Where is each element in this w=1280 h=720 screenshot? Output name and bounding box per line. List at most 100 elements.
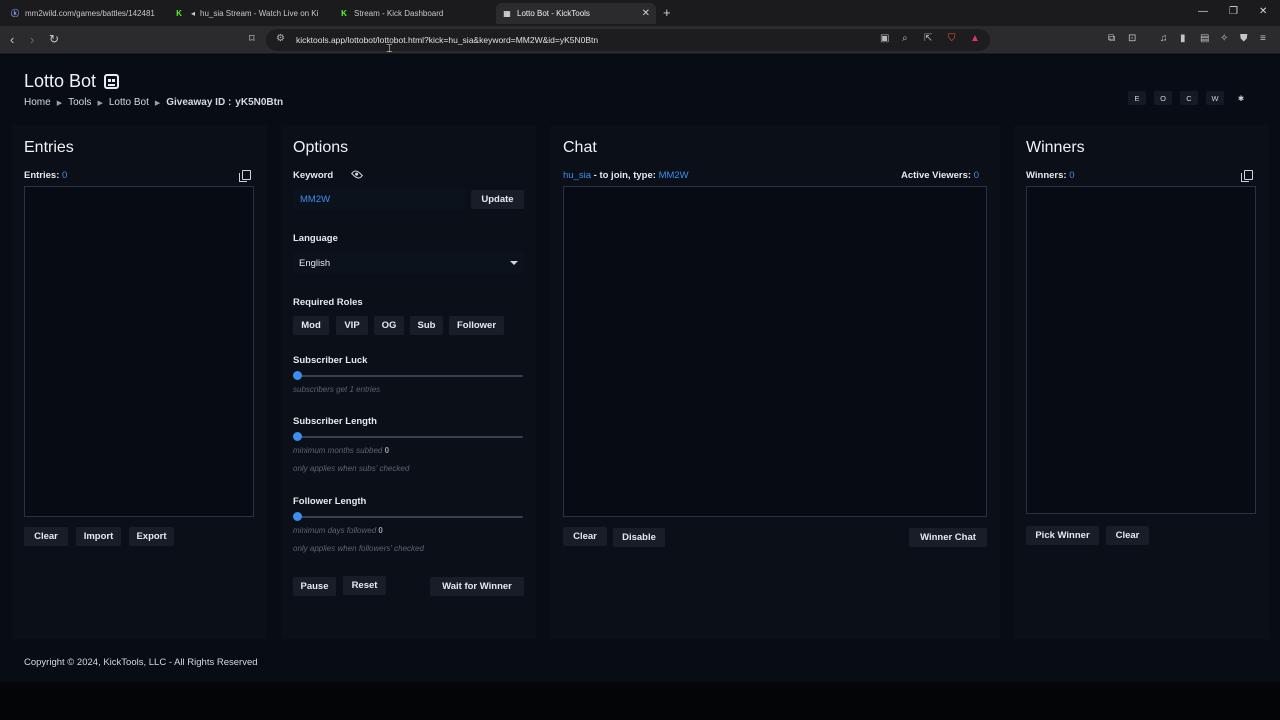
role-sub-button[interactable]: Sub [410, 316, 443, 335]
required-roles-label: Required Roles [293, 297, 363, 308]
chat-log[interactable] [563, 186, 987, 517]
minimize-icon[interactable]: — [1198, 6, 1208, 17]
chat-join-text: - to join, type: [593, 170, 656, 181]
page-content: Lotto Bot Home ▶ Tools ▶ Lotto Bot ▶ Giv… [0, 55, 1280, 720]
zoom-icon[interactable]: ⌕ [902, 33, 908, 44]
active-viewers: Active Viewers: 0 [901, 170, 979, 181]
follower-length-note: only applies when followers' checked [293, 544, 424, 553]
subscriber-length-note: only applies when subs' checked [293, 464, 410, 473]
site-settings-icon[interactable]: ⚙ [276, 33, 285, 44]
theme-button-w[interactable]: W [1206, 91, 1224, 105]
chat-join-instructions: hu_sia - to join, type: MM2W [563, 170, 689, 181]
keyword-input[interactable]: MM2W [293, 188, 465, 210]
screenshot-icon[interactable]: ⊡ [1128, 33, 1136, 44]
language-select[interactable]: English [293, 252, 524, 274]
role-og-button[interactable]: OG [374, 316, 404, 335]
tab-lotto-bot[interactable]: ▦ Lotto Bot - KickTools ✕ [496, 3, 656, 24]
sidebar-icon[interactable]: ▮ [1180, 33, 1186, 44]
theme-buttons: E O C W ✱ [1128, 91, 1258, 105]
entries-list[interactable] [24, 186, 254, 517]
share-icon[interactable]: ⇱ [924, 33, 932, 44]
giveaway-id-label: Giveaway ID : [166, 97, 232, 108]
url-field[interactable]: ⚙ kicktools.app/lottobot/lottobot.html?k… [266, 29, 990, 51]
winners-clear-button[interactable]: Clear [1106, 526, 1149, 545]
brave-shield-icon[interactable]: ⛉ [948, 33, 956, 44]
bookmark-icon[interactable]: ⌑ [249, 32, 255, 45]
subscriber-length-slider[interactable] [293, 432, 523, 442]
subscriber-length-label: Subscriber Length [293, 416, 377, 427]
theme-toggle-icon[interactable]: ✱ [1232, 91, 1250, 105]
subscriber-luck-hint: subscribers get 1 entries [293, 385, 381, 394]
new-tab-icon[interactable]: + [663, 5, 671, 20]
wallet-icon[interactable]: ▤ [1200, 33, 1209, 44]
breadcrumb-lotto-bot[interactable]: Lotto Bot [109, 97, 149, 108]
subscriber-length-hint-text: minimum months subbed [293, 446, 383, 455]
keyword-update-button[interactable]: Update [471, 190, 524, 209]
close-window-icon[interactable]: ✕ [1259, 6, 1267, 17]
chevron-down-icon [510, 261, 518, 265]
media-icon[interactable]: ♫ [1160, 33, 1168, 44]
subscriber-luck-slider[interactable] [293, 371, 523, 381]
tab-kick-dashboard[interactable]: K Stream - Kick Dashboard [333, 3, 493, 24]
copy-entries-icon[interactable] [239, 170, 251, 182]
close-tab-icon[interactable]: ✕ [642, 8, 650, 19]
kick-icon: K [176, 9, 182, 18]
entries-count-value: 0 [62, 170, 68, 181]
cast-off-icon[interactable]: ▣ [880, 33, 889, 44]
chat-clear-button[interactable]: Clear [563, 527, 607, 546]
chat-channel: hu_sia [563, 170, 591, 181]
entries-export-button[interactable]: Export [129, 527, 174, 546]
page-title: Lotto Bot [24, 71, 120, 92]
breadcrumb: Home ▶ Tools ▶ Lotto Bot ▶ Giveaway ID :… [24, 97, 283, 108]
slider-handle[interactable] [293, 512, 302, 521]
brave-rewards-icon[interactable]: ▲ [970, 33, 980, 44]
slider-track [297, 375, 523, 377]
slider-handle[interactable] [293, 432, 302, 441]
options-panel: Options Keyword MM2W Update Language Eng… [281, 125, 536, 639]
pick-winner-button[interactable]: Pick Winner [1026, 526, 1099, 545]
tab-title: Lotto Bot - KickTools [517, 9, 590, 18]
follower-length-label: Follower Length [293, 496, 367, 507]
entries-import-button[interactable]: Import [76, 527, 121, 546]
tab-mm2wild[interactable]: ⓚ mm2wild.com/games/battles/142481 [4, 3, 166, 24]
leo-icon[interactable]: ✧ [1220, 33, 1228, 44]
role-follower-button[interactable]: Follower [449, 316, 504, 335]
theme-button-e[interactable]: E [1128, 91, 1146, 105]
follower-length-slider[interactable] [293, 512, 523, 522]
winners-heading: Winners [1026, 139, 1085, 156]
slider-handle[interactable] [293, 371, 302, 380]
entries-panel: Entries Entries: 0 Clear Import Export [12, 125, 267, 639]
url-text: kicktools.app/lottobot/lottobot.html?kic… [296, 35, 599, 45]
role-vip-button[interactable]: VIP [336, 316, 368, 335]
page-title-text: Lotto Bot [24, 71, 97, 91]
language-label: Language [293, 233, 338, 244]
address-bar: ‹ › ↻ ⌑ ⚙ kicktools.app/lottobot/lottobo… [0, 26, 1280, 54]
breadcrumb-separator-icon: ▶ [56, 99, 63, 107]
reset-button[interactable]: Reset [343, 576, 386, 595]
tab-title: hu_sia Stream - Watch Live on Ki [200, 9, 319, 18]
restore-icon[interactable]: ❐ [1229, 6, 1238, 17]
entries-clear-button[interactable]: Clear [24, 527, 68, 546]
breadcrumb-home[interactable]: Home [24, 97, 51, 108]
winners-list[interactable] [1026, 186, 1256, 514]
kicktools-icon: ▦ [503, 9, 511, 18]
chat-disable-button[interactable]: Disable [613, 528, 665, 547]
role-mod-button[interactable]: Mod [293, 316, 329, 335]
winner-chat-button[interactable]: Winner Chat [909, 528, 987, 547]
breadcrumb-tools[interactable]: Tools [68, 97, 91, 108]
back-icon[interactable]: ‹ [10, 32, 14, 47]
reload-icon[interactable]: ↻ [49, 32, 59, 46]
tab-hu-sia-stream[interactable]: K ◂ hu_sia Stream - Watch Live on Ki [168, 3, 328, 24]
pause-button[interactable]: Pause [293, 577, 336, 596]
copy-winners-icon[interactable] [1241, 170, 1253, 182]
menu-icon[interactable]: ≡ [1260, 33, 1266, 44]
theme-button-c[interactable]: C [1180, 91, 1198, 105]
forward-icon[interactable]: › [30, 32, 34, 47]
extensions-icon[interactable]: ⧉ [1108, 33, 1115, 44]
eye-icon[interactable] [350, 168, 364, 181]
browser-tab-bar: ⓚ mm2wild.com/games/battles/142481 K ◂ h… [0, 0, 1280, 26]
winners-count-value: 0 [1069, 170, 1075, 181]
wait-for-winner-button[interactable]: Wait for Winner [430, 577, 524, 596]
vpn-icon[interactable]: ⛊ [1240, 33, 1248, 44]
theme-button-o[interactable]: O [1154, 91, 1172, 105]
